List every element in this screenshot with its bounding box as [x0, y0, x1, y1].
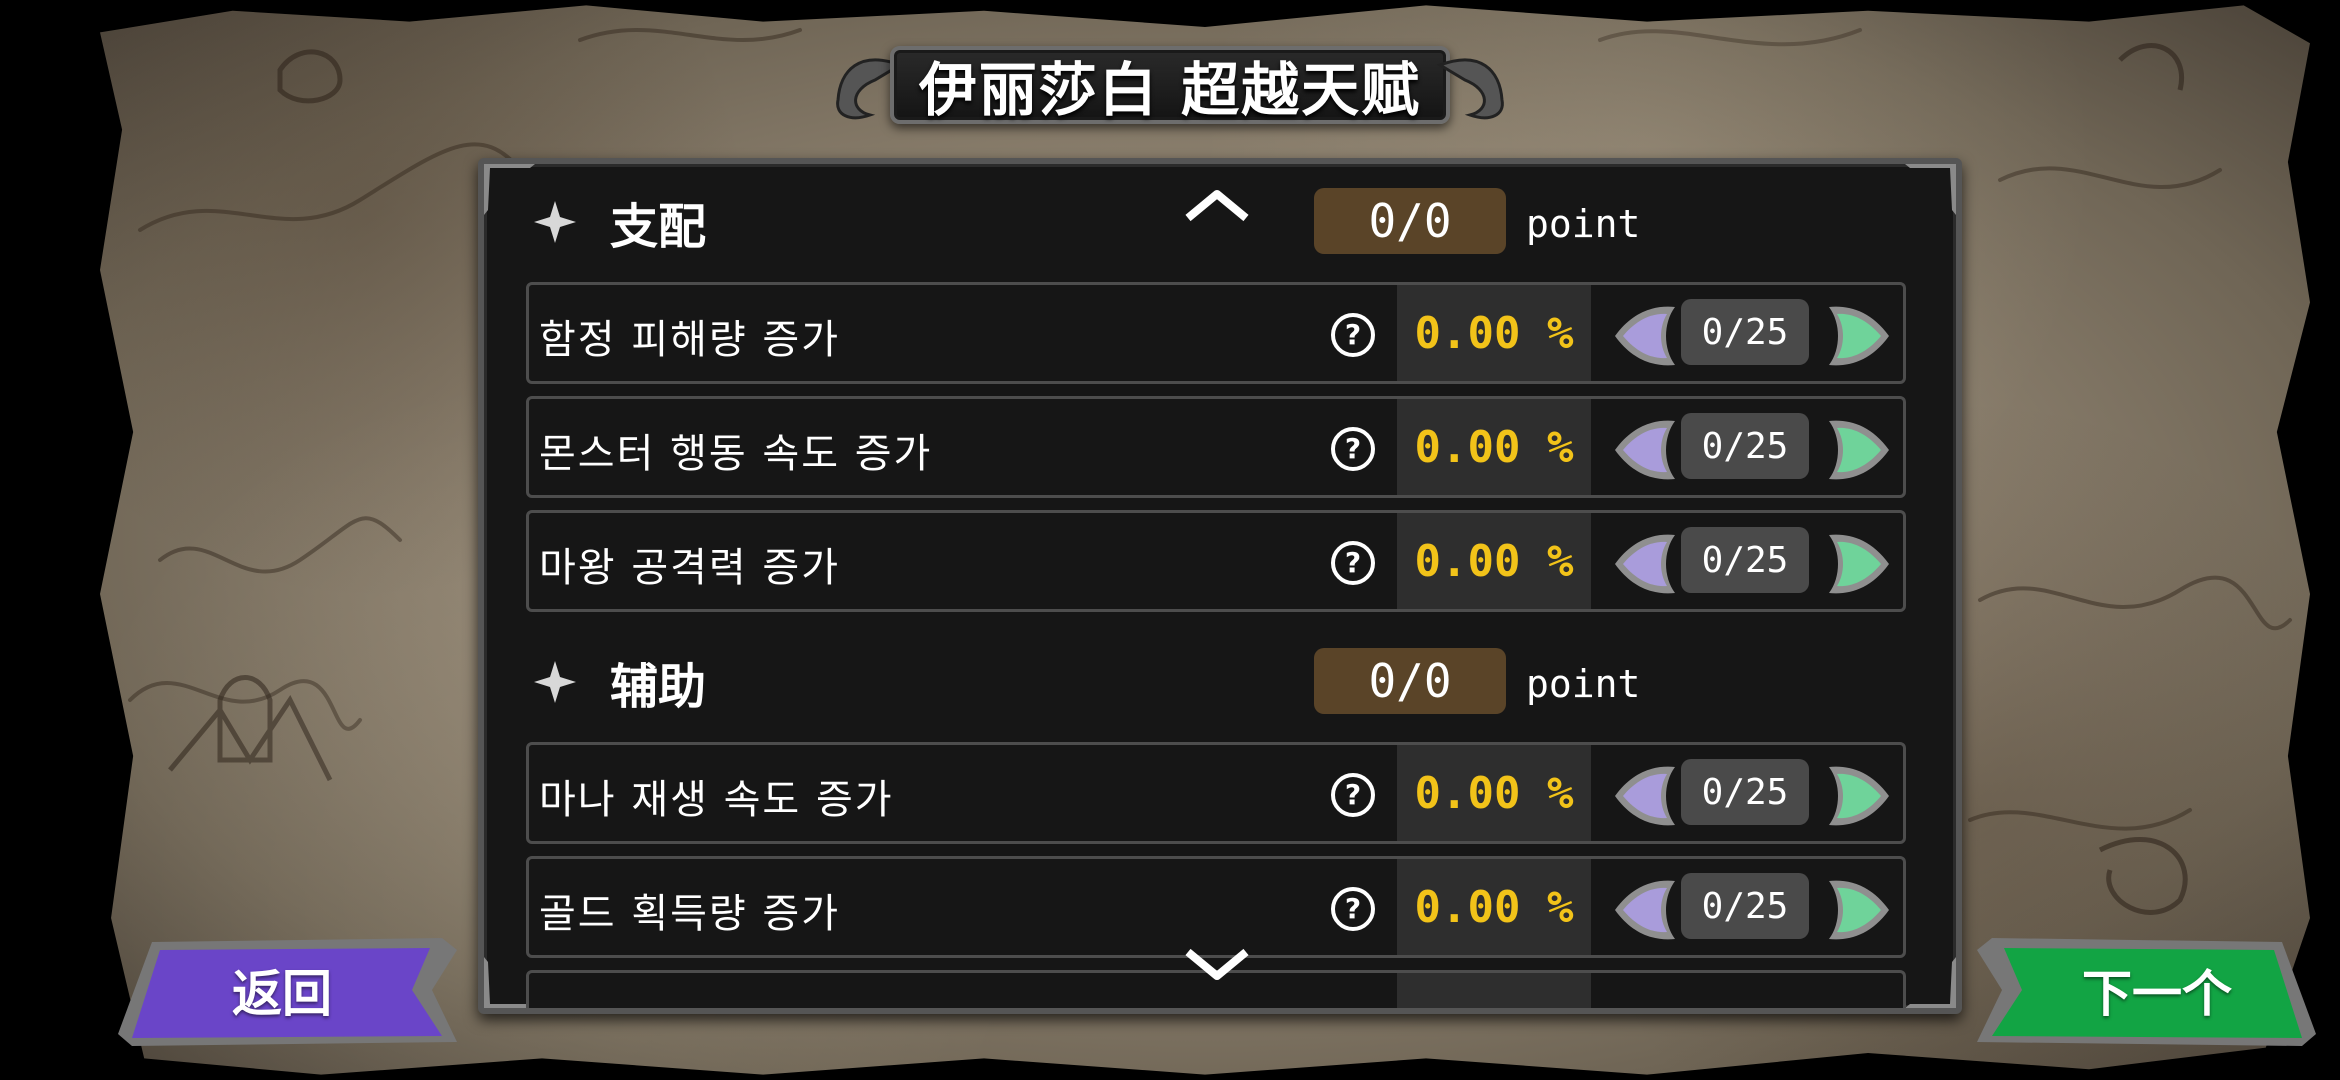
panel-corner-ornament — [1900, 164, 1956, 220]
increase-button[interactable] — [1825, 877, 1895, 943]
question-circle-icon[interactable]: ? — [1329, 771, 1377, 819]
panel-corner-ornament — [1900, 952, 1956, 1008]
four-point-star-icon — [534, 201, 576, 243]
talent-row: 함정 피해량 증가 ? 0.00 % 0/25 — [526, 282, 1906, 384]
next-button[interactable]: 下一个 — [1972, 930, 2322, 1050]
banner-horn-ornament — [1436, 58, 1504, 120]
svg-text:?: ? — [1345, 778, 1361, 811]
chevron-down-icon[interactable] — [1182, 944, 1252, 984]
increase-button[interactable] — [1825, 303, 1895, 369]
talent-value: 0.00 % — [1397, 285, 1591, 381]
svg-text:?: ? — [1345, 432, 1361, 465]
decrease-button[interactable] — [1609, 877, 1679, 943]
talent-value: 0.00 % — [1397, 513, 1591, 609]
talent-row: 마나 재생 속도 증가 ? 0.00 % 0/25 — [526, 742, 1906, 844]
four-point-star-icon — [534, 661, 576, 703]
section-title: 辅助 — [610, 659, 707, 715]
increase-button[interactable] — [1825, 531, 1895, 597]
svg-text:?: ? — [1345, 892, 1361, 925]
points-unit: point — [1526, 202, 1641, 246]
talent-level: 0/25 — [1681, 759, 1809, 825]
talent-label: 마나 재생 속도 증가 — [539, 777, 894, 823]
talent-row: 마왕 공격력 증가 ? 0.00 % 0/25 — [526, 510, 1906, 612]
talent-level: 0/25 — [1681, 299, 1809, 365]
page-title: 伊丽莎白 超越天赋 — [918, 56, 1422, 124]
decrease-button[interactable] — [1609, 417, 1679, 483]
section-header-dominate: 支配 0/0 point — [534, 182, 1884, 262]
section-points: 0/0 — [1314, 188, 1506, 254]
panel-corner-ornament — [484, 164, 535, 215]
talent-label: 골드 획득량 증가 — [539, 891, 841, 937]
increase-button[interactable] — [1825, 417, 1895, 483]
decrease-button[interactable] — [1609, 531, 1679, 597]
question-circle-icon[interactable]: ? — [1329, 885, 1377, 933]
title-banner: 伊丽莎白 超越天赋 — [820, 36, 1520, 134]
decrease-button[interactable] — [1609, 763, 1679, 829]
section-points: 0/0 — [1314, 648, 1506, 714]
talent-value-partial — [1397, 973, 1591, 1008]
talent-row: 몬스터 행동 속도 증가 ? 0.00 % 0/25 — [526, 396, 1906, 498]
section-title: 支配 — [610, 199, 707, 255]
talent-value: 0.00 % — [1397, 399, 1591, 495]
back-button-label: 返回 — [232, 965, 332, 1023]
talent-level: 0/25 — [1681, 873, 1809, 939]
talent-label: 함정 피해량 증가 — [539, 317, 841, 363]
talent-level: 0/25 — [1681, 527, 1809, 593]
talent-panel[interactable]: 支配 0/0 point 함정 피해량 증가 ? 0.00 % 0/25 몬스터… — [478, 158, 1962, 1014]
question-circle-icon[interactable]: ? — [1329, 425, 1377, 473]
back-button[interactable]: 返回 — [112, 930, 462, 1050]
increase-button[interactable] — [1825, 763, 1895, 829]
talent-label: 마왕 공격력 증가 — [539, 545, 841, 591]
decrease-button[interactable] — [1609, 303, 1679, 369]
svg-text:?: ? — [1345, 318, 1361, 351]
svg-text:?: ? — [1345, 546, 1361, 579]
talent-value: 0.00 % — [1397, 745, 1591, 841]
talent-level: 0/25 — [1681, 413, 1809, 479]
talent-label: 몬스터 행동 속도 증가 — [539, 431, 933, 477]
points-unit: point — [1526, 662, 1641, 706]
section-header-support: 辅助 0/0 point — [534, 642, 1884, 722]
talent-row: 골드 획득량 증가 ? 0.00 % 0/25 — [526, 856, 1906, 958]
next-button-label: 下一个 — [2082, 965, 2232, 1023]
talent-value: 0.00 % — [1397, 859, 1591, 955]
question-circle-icon[interactable]: ? — [1329, 539, 1377, 587]
question-circle-icon[interactable]: ? — [1329, 311, 1377, 359]
